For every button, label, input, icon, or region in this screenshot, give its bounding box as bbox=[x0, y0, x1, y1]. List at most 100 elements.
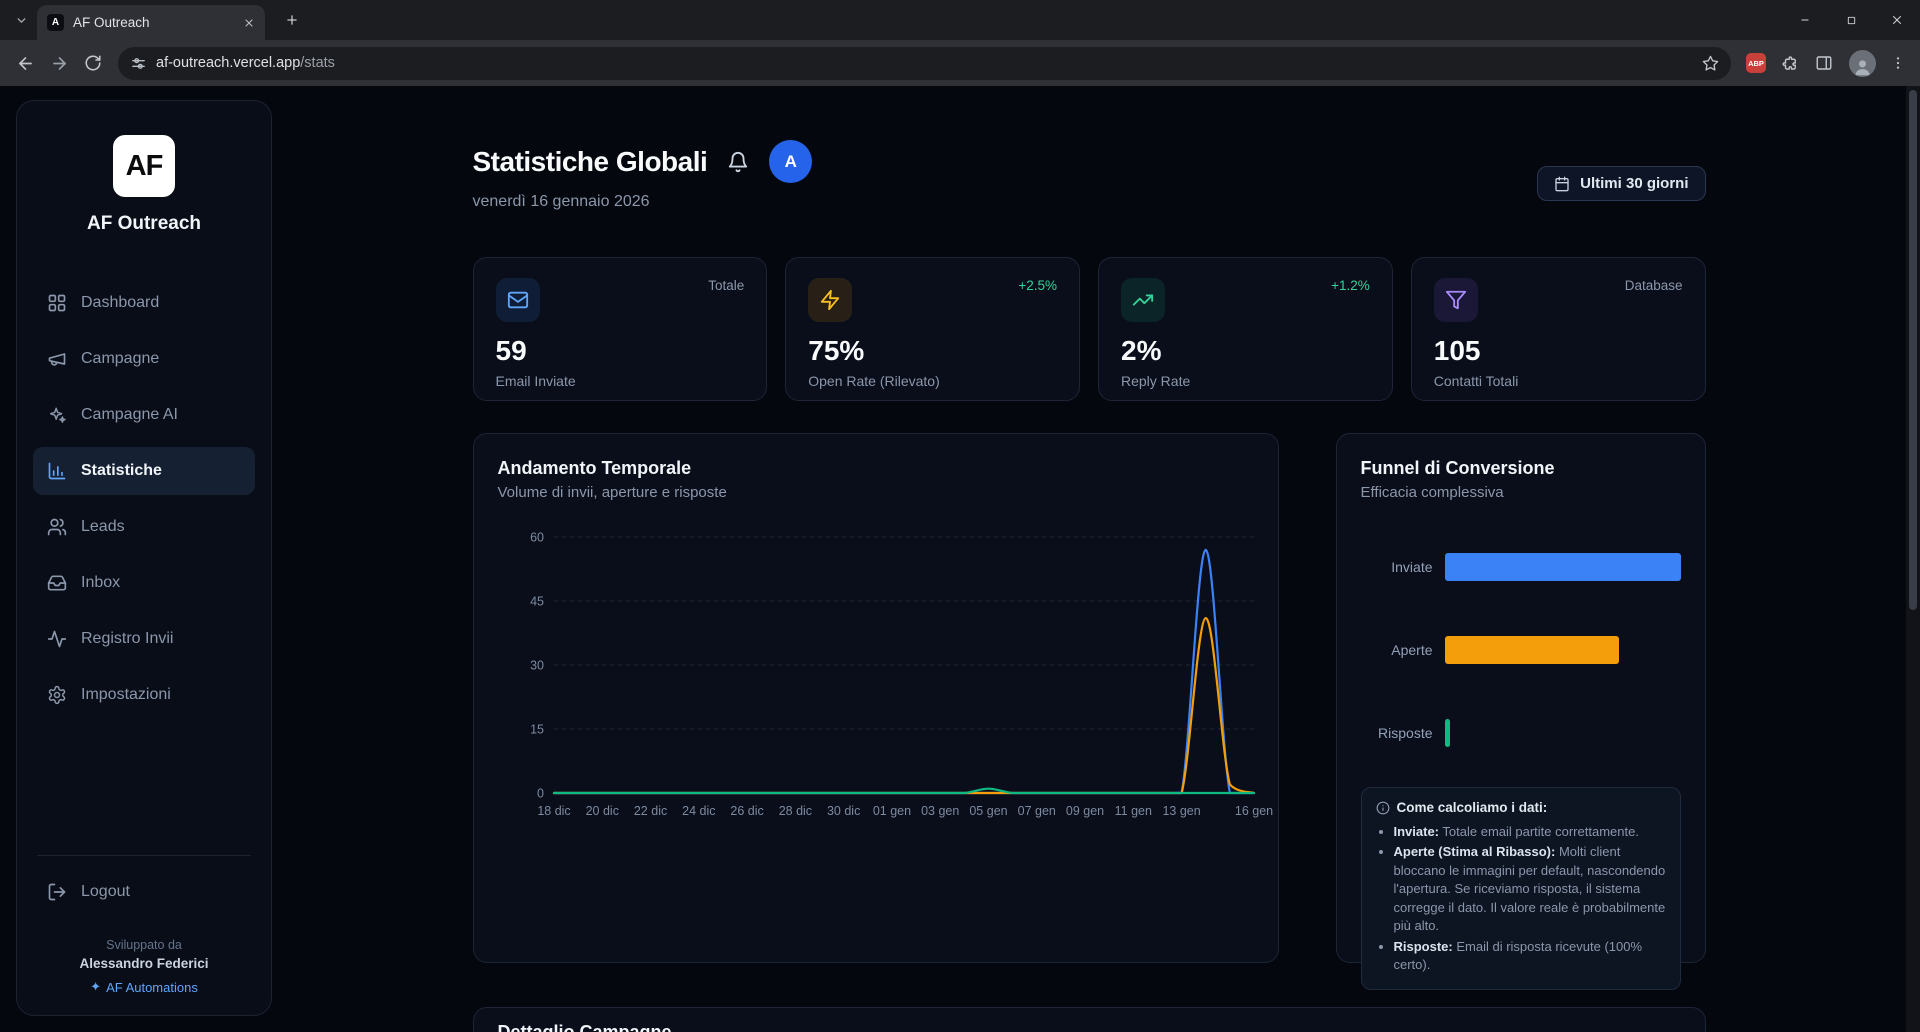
stat-value: 75% bbox=[808, 335, 865, 366]
campaign-detail-title: Dettaglio Campagne bbox=[497, 1022, 672, 1032]
sidebar-item-label: Dashboard bbox=[81, 294, 160, 311]
svg-text:09 gen: 09 gen bbox=[1065, 804, 1103, 818]
browser-window: A AF Outreach af-outreach.vercel.app/sta… bbox=[0, 0, 1920, 86]
extensions-puzzle-icon[interactable] bbox=[1773, 46, 1807, 80]
svg-text:30 dic: 30 dic bbox=[826, 804, 859, 818]
sidebar-item-campagne[interactable]: Campagne bbox=[33, 335, 255, 383]
funnel-card-title: Funnel di Conversione bbox=[1360, 458, 1555, 478]
reload-icon[interactable] bbox=[76, 46, 110, 80]
footer-developed-by: Sviluppato da bbox=[106, 938, 182, 952]
window-minimize-icon[interactable] bbox=[1782, 0, 1828, 40]
tab-search-chevron-icon[interactable] bbox=[6, 0, 37, 40]
svg-text:18 dic: 18 dic bbox=[537, 804, 570, 818]
adblock-extension-icon[interactable]: ABP bbox=[1746, 53, 1766, 73]
svg-text:05 gen: 05 gen bbox=[969, 804, 1007, 818]
funnel-row-label: Inviate bbox=[1391, 559, 1433, 575]
footer-author: Alessandro Federici bbox=[79, 956, 209, 971]
campaign-detail-card: Dettaglio Campagne bbox=[472, 1007, 1706, 1032]
logout-button[interactable]: Logout bbox=[33, 868, 255, 916]
trending-up-icon bbox=[1121, 278, 1165, 322]
sidebar-item-registro-invii[interactable]: Registro Invii bbox=[33, 615, 255, 663]
stat-card-reply-rate: +1.2% 2% Reply Rate bbox=[1098, 257, 1393, 401]
funnel-bar bbox=[1444, 553, 1681, 581]
logout-label: Logout bbox=[81, 883, 130, 900]
layout-grid-icon bbox=[47, 293, 67, 313]
trend-chart-card: Andamento Temporale Volume di invii, ape… bbox=[472, 433, 1279, 963]
megaphone-icon bbox=[47, 349, 67, 369]
stat-value: 59 bbox=[495, 335, 527, 366]
stat-label: Reply Rate bbox=[1121, 373, 1191, 389]
info-title: Come calcoliamo i dati: bbox=[1396, 800, 1548, 815]
tab-close-icon[interactable] bbox=[243, 17, 255, 29]
info-bullet: Inviate: Totale email partite correttame… bbox=[1394, 823, 1666, 841]
app-logo: AF bbox=[113, 135, 175, 197]
svg-text:20 dic: 20 dic bbox=[585, 804, 618, 818]
browser-menu-icon[interactable] bbox=[1884, 46, 1912, 80]
sidebar-item-label: Campagne bbox=[81, 350, 160, 367]
svg-text:03 gen: 03 gen bbox=[921, 804, 959, 818]
profile-avatar[interactable] bbox=[1849, 49, 1876, 77]
funnel-row-inviate: Inviate bbox=[1361, 553, 1681, 581]
activity-icon bbox=[47, 629, 67, 649]
sidebar-divider bbox=[37, 855, 251, 856]
sidebar-item-statistiche[interactable]: Statistiche bbox=[33, 447, 255, 495]
sidebar-item-label: Leads bbox=[81, 518, 125, 535]
stats-grid: Totale 59 Email Inviate +2.5% 75% Open R… bbox=[472, 257, 1706, 401]
side-panel-icon[interactable] bbox=[1807, 46, 1841, 80]
page-date: venerdì 16 gennaio 2026 bbox=[472, 193, 650, 210]
sidebar-nav: Dashboard Campagne Campagne AI Statistic… bbox=[33, 279, 255, 727]
sidebar-footer: Sviluppato da Alessandro Federici ✦ AF A… bbox=[33, 938, 255, 995]
funnel-row-risposte: Risposte bbox=[1361, 719, 1681, 747]
url-bar[interactable]: af-outreach.vercel.app/stats bbox=[118, 46, 1731, 80]
funnel-icon bbox=[1433, 278, 1478, 322]
svg-text:30: 30 bbox=[530, 659, 544, 673]
sidebar-item-impostazioni[interactable]: Impostazioni bbox=[33, 671, 255, 719]
series-inviate bbox=[552, 548, 1255, 795]
info-bullet-list: Inviate: Totale email partite correttame… bbox=[1376, 823, 1666, 975]
app-name: AF Outreach bbox=[86, 213, 202, 234]
page-scrollbar bbox=[1906, 86, 1920, 1032]
calendar-icon bbox=[1554, 176, 1570, 192]
back-icon[interactable] bbox=[8, 46, 42, 80]
stat-label: Email Inviate bbox=[495, 373, 576, 389]
zap-icon bbox=[808, 278, 853, 322]
sidebar-item-inbox[interactable]: Inbox bbox=[33, 559, 255, 607]
bookmark-star-icon[interactable] bbox=[1695, 48, 1725, 78]
svg-text:11 gen: 11 gen bbox=[1114, 804, 1151, 818]
date-range-button[interactable]: Ultimi 30 giorni bbox=[1537, 166, 1706, 201]
funnel-bars: Inviate Aperte Risposte bbox=[1361, 553, 1681, 747]
bar-chart-icon bbox=[47, 461, 67, 481]
sidebar-item-campagne-ai[interactable]: Campagne AI bbox=[33, 391, 255, 439]
bell-icon[interactable] bbox=[727, 151, 749, 173]
funnel-bar bbox=[1444, 636, 1620, 664]
new-tab-button[interactable] bbox=[273, 0, 311, 40]
stat-card-open-rate: +2.5% 75% Open Rate (Rilevato) bbox=[785, 257, 1080, 401]
stat-label: Open Rate (Rilevato) bbox=[808, 373, 940, 389]
svg-text:0: 0 bbox=[537, 787, 544, 801]
stat-badge: +1.2% bbox=[1331, 278, 1370, 293]
sidebar-item-label: Campagne AI bbox=[81, 406, 178, 423]
sidebar-item-leads[interactable]: Leads bbox=[33, 503, 255, 551]
window-close-icon[interactable] bbox=[1874, 0, 1920, 40]
site-favicon: A bbox=[47, 14, 64, 31]
svg-text:07 gen: 07 gen bbox=[1017, 804, 1055, 818]
svg-text:60: 60 bbox=[530, 531, 544, 545]
sidebar-item-dashboard[interactable]: Dashboard bbox=[33, 279, 255, 327]
trend-card-title: Andamento Temporale bbox=[497, 458, 692, 478]
window-maximize-icon[interactable] bbox=[1828, 0, 1874, 40]
page-viewport: AF AF Outreach Dashboard Campagne Campag… bbox=[0, 86, 1920, 1032]
forward-icon[interactable] bbox=[42, 46, 76, 80]
svg-text:15: 15 bbox=[530, 723, 544, 737]
svg-text:45: 45 bbox=[530, 595, 544, 609]
user-avatar[interactable]: A bbox=[769, 140, 813, 183]
gear-icon bbox=[47, 685, 67, 705]
info-icon bbox=[1376, 801, 1390, 815]
main-area: Statistiche Globali A venerdì 16 gennaio… bbox=[272, 86, 1906, 1032]
browser-tab[interactable]: A AF Outreach bbox=[37, 5, 265, 40]
scrollbar-thumb[interactable] bbox=[1909, 90, 1917, 610]
footer-brand-link[interactable]: ✦ AF Automations bbox=[33, 979, 255, 995]
svg-text:28 dic: 28 dic bbox=[778, 804, 811, 818]
funnel-card-subtitle: Efficacia complessiva bbox=[1360, 484, 1504, 501]
site-settings-icon[interactable] bbox=[130, 55, 147, 72]
mail-icon bbox=[495, 278, 540, 322]
